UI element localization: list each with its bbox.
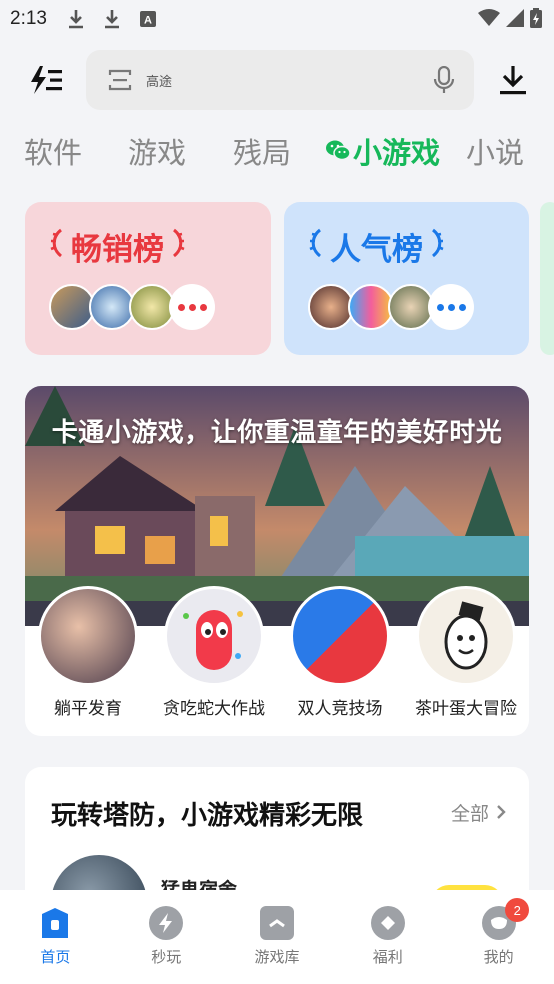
game-name[interactable]: 茶叶蛋大冒险 xyxy=(415,694,517,719)
game-name[interactable]: 贪吃蛇大作战 xyxy=(163,694,265,719)
tab-games[interactable]: 游戏 xyxy=(128,130,186,172)
diamond-icon xyxy=(370,906,405,940)
banner-headline: 卡通小游戏，让你重温童年的美好时光 xyxy=(51,418,503,448)
game-library-icon xyxy=(259,906,294,940)
laurel-left-icon xyxy=(308,228,324,266)
game-icon[interactable] xyxy=(38,586,138,686)
mic-icon[interactable] xyxy=(432,65,456,94)
popularity-title: 人气榜 xyxy=(330,232,423,268)
lightning-icon xyxy=(149,906,184,940)
chevron-right-icon xyxy=(495,803,507,825)
wechat-icon xyxy=(325,134,351,161)
tab-mini-games[interactable]: 小游戏 xyxy=(325,130,440,172)
view-all-link[interactable]: 全部 xyxy=(451,799,507,826)
nav-profile-label: 我的 xyxy=(483,948,514,966)
category-tabs: 软件 游戏 残局 小游戏 小说 xyxy=(0,124,554,172)
laurel-left-icon xyxy=(49,228,65,266)
wifi-icon xyxy=(478,9,500,31)
game-name[interactable]: 双人竞技场 xyxy=(298,694,383,719)
app-notification-icon: A xyxy=(137,8,159,30)
download-icon[interactable] xyxy=(498,64,528,96)
notification-badge: 2 xyxy=(505,898,530,922)
featured-game[interactable]: 躺平发育 xyxy=(28,586,148,719)
next-rank-card-peek[interactable] xyxy=(540,202,554,355)
status-time: 2:13 xyxy=(10,8,47,29)
signal-icon xyxy=(506,9,524,31)
view-all-label: 全部 xyxy=(450,803,489,825)
featured-game[interactable]: 贪吃蛇大作战 xyxy=(154,586,274,719)
nav-benefits[interactable]: 福利 xyxy=(332,890,443,984)
nav-profile[interactable]: 我的 2 xyxy=(443,890,554,984)
search-bar[interactable]: 高途 xyxy=(86,50,474,110)
featured-banner[interactable]: 卡通小游戏，让你重温童年的美好时光 躺平发育 贪吃蛇大作战 双人竞技场 茶叶蛋大… xyxy=(25,386,529,736)
nav-game-library[interactable]: 游戏库 xyxy=(222,890,333,984)
nav-home-label: 首页 xyxy=(40,948,71,966)
tab-endgame[interactable]: 残局 xyxy=(233,130,291,172)
laurel-right-icon xyxy=(170,228,186,266)
download-notification-icon xyxy=(101,8,123,30)
section-title: 玩转塔防，小游戏精彩无限 xyxy=(51,801,364,831)
battery-icon xyxy=(530,8,542,32)
nav-instant-play-label: 秒玩 xyxy=(151,948,182,966)
laurel-right-icon xyxy=(429,228,445,266)
tab-mini-games-label: 小游戏 xyxy=(353,136,441,170)
download-notification-icon xyxy=(65,8,87,30)
status-bar: 2:13 A xyxy=(0,0,554,38)
nav-game-library-label: 游戏库 xyxy=(254,948,300,966)
bestseller-rank-card[interactable]: 畅销榜 xyxy=(25,202,271,355)
nav-home[interactable]: 首页 xyxy=(0,890,111,984)
scan-icon[interactable] xyxy=(108,68,132,92)
search-placeholder[interactable]: 高途 xyxy=(146,71,172,90)
tab-software[interactable]: 软件 xyxy=(24,130,82,172)
nav-benefits-label: 福利 xyxy=(372,948,403,966)
more-icon[interactable] xyxy=(169,284,215,330)
svg-text:A: A xyxy=(144,15,152,27)
featured-games-row: 躺平发育 贪吃蛇大作战 双人竞技场 茶叶蛋大冒险 xyxy=(25,586,529,719)
bottom-navigation: 首页 秒玩 游戏库 福利 我的 2 xyxy=(0,890,554,984)
game-name[interactable]: 躺平发育 xyxy=(54,694,122,719)
more-icon[interactable] xyxy=(428,284,474,330)
top-header: 高途 xyxy=(0,48,554,112)
featured-game[interactable]: 双人竞技场 xyxy=(280,586,400,719)
game-icon[interactable] xyxy=(164,586,264,686)
tab-novels[interactable]: 小说 xyxy=(466,130,524,172)
popularity-rank-card[interactable]: 人气榜 xyxy=(284,202,529,355)
bestseller-title: 畅销榜 xyxy=(71,232,164,268)
nav-instant-play[interactable]: 秒玩 xyxy=(111,890,222,984)
featured-game[interactable]: 茶叶蛋大冒险 xyxy=(406,586,526,719)
game-icon[interactable] xyxy=(416,586,516,686)
game-icon[interactable] xyxy=(290,586,390,686)
lightning-menu-icon[interactable] xyxy=(28,64,64,96)
home-icon xyxy=(38,906,72,940)
